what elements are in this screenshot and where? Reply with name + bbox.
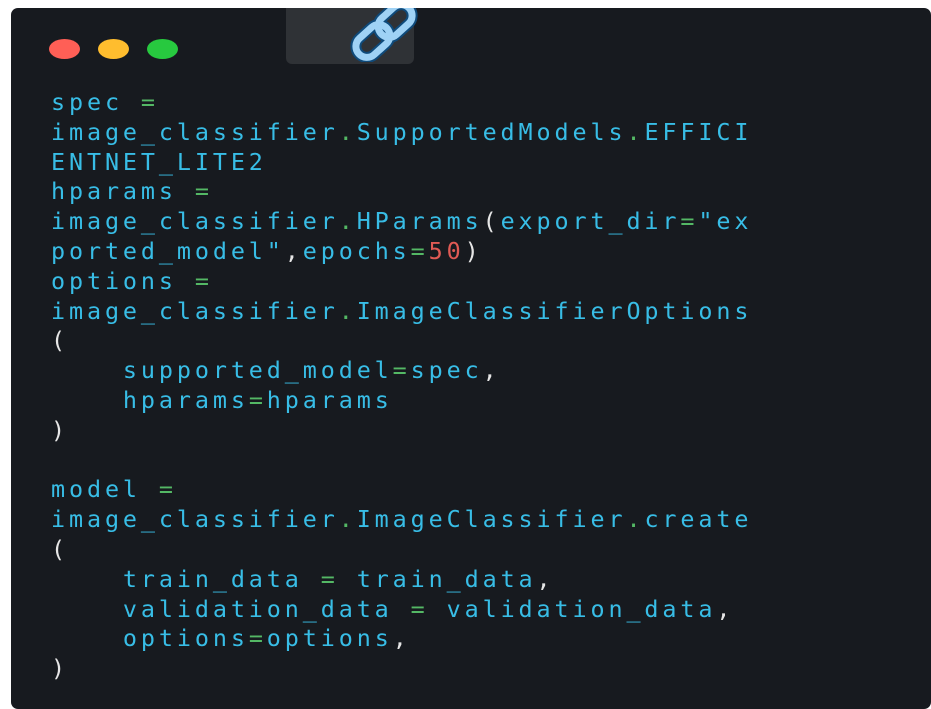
minimize-dot[interactable]	[98, 39, 129, 59]
code-line: ENTNET_LITE2	[51, 148, 752, 178]
code-token: image_classifier	[51, 207, 339, 236]
code-token: image_classifier	[51, 296, 339, 325]
code-token: hparams	[51, 177, 195, 206]
code-token: (	[482, 207, 501, 236]
code-token: spec	[51, 88, 141, 116]
code-token: ,	[716, 594, 735, 623]
code-line: supported_model=spec,	[51, 356, 752, 386]
code-line: (	[51, 535, 752, 565]
code-line: (	[51, 326, 752, 356]
code-line: )	[51, 654, 752, 684]
code-token: epochs	[302, 236, 411, 265]
code-token: options	[51, 624, 249, 653]
code-line: image_classifier.ImageClassifierOptions	[51, 297, 752, 327]
code-token: =	[158, 475, 177, 504]
code-token: EFFICI	[644, 117, 753, 146]
code-line: model =	[51, 475, 752, 505]
code-token: .	[626, 117, 645, 146]
code-token: )	[464, 236, 483, 265]
code-token: =	[320, 564, 339, 593]
code-token: =	[194, 266, 213, 295]
code-token: =	[140, 88, 159, 116]
code-token: )	[51, 415, 69, 444]
link-icon	[350, 8, 418, 62]
code-token: train_data	[338, 564, 537, 593]
code-line: )	[51, 416, 752, 446]
code-token: image_classifier	[51, 117, 339, 146]
zoom-dot[interactable]	[147, 39, 178, 59]
code-token: validation_data	[51, 594, 411, 623]
code-token: =	[248, 624, 267, 653]
code-line: image_classifier.HParams(export_dir="ex	[51, 207, 752, 237]
code-token: supported_model	[51, 356, 393, 385]
code-token: )	[51, 654, 69, 683]
code-token: export_dir	[500, 207, 681, 236]
code-token: =	[410, 236, 429, 265]
code-token: ,	[482, 356, 501, 385]
code-line: image_classifier.SupportedModels.EFFICI	[51, 118, 752, 148]
window-controls	[49, 39, 178, 59]
code-token: create	[644, 505, 753, 534]
code-token: ImageClassifier	[356, 505, 627, 534]
code-token: ImageClassifierOptions	[356, 296, 753, 325]
code-token: =	[248, 385, 267, 414]
code-token: hparams	[51, 385, 249, 414]
code-token: train_data	[51, 564, 321, 593]
code-token: ported_model"	[51, 236, 285, 265]
code-token: =	[194, 177, 213, 206]
code-token: =	[680, 207, 699, 236]
code-line: hparams =	[51, 177, 752, 207]
code-token: =	[410, 594, 429, 623]
code-token: 50	[428, 236, 465, 265]
close-dot[interactable]	[49, 39, 80, 59]
code-token: .	[338, 207, 357, 236]
code-token: (	[51, 534, 69, 563]
code-line: train_data = train_data,	[51, 565, 752, 595]
code-token: ,	[392, 624, 411, 653]
code-token: SupportedModels	[356, 117, 627, 146]
code-line: hparams=hparams	[51, 386, 752, 416]
code-token: spec	[410, 356, 483, 385]
code-line: options=options,	[51, 624, 752, 654]
code-window: spec = image_classifier.SupportedModels.E…	[11, 8, 931, 709]
code-line: options =	[51, 267, 752, 297]
code-token: =	[392, 356, 411, 385]
code-line: validation_data = validation_data,	[51, 595, 752, 625]
code-line: ported_model",epochs=50)	[51, 237, 752, 267]
code-token: model	[51, 475, 159, 504]
code-token: hparams	[266, 385, 393, 414]
code-token: HParams	[356, 207, 483, 236]
code-token: .	[338, 296, 357, 325]
code-token: .	[338, 117, 357, 146]
code-token: image_classifier	[51, 505, 339, 534]
code-token: ,	[536, 564, 555, 593]
code-token: .	[626, 505, 645, 534]
code-line: spec =	[51, 88, 752, 118]
code-block: spec = image_classifier.SupportedModels.E…	[51, 88, 752, 684]
code-token: (	[51, 326, 69, 355]
code-token: ,	[284, 236, 303, 265]
code-token: ENTNET_LITE2	[51, 147, 267, 176]
code-token: "ex	[698, 207, 753, 236]
code-line: image_classifier.ImageClassifier.create	[51, 505, 752, 535]
code-token: options	[266, 624, 393, 653]
code-token: .	[338, 505, 357, 534]
code-token: validation_data	[428, 594, 717, 623]
code-token: options	[51, 266, 195, 295]
